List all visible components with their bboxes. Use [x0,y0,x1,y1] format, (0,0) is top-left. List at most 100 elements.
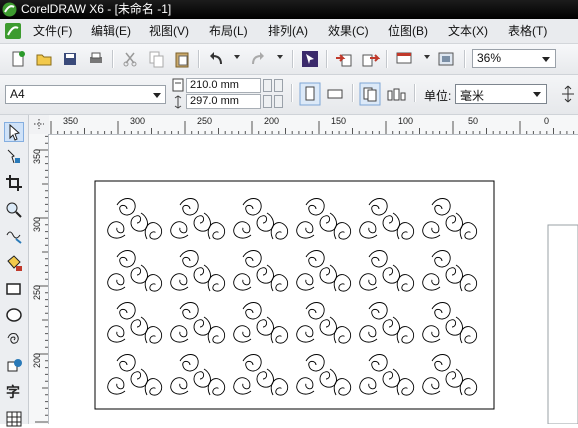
toolbar-separator [291,84,293,102]
zoom-level-dropdown[interactable]: 36% [472,49,556,68]
basic-shapes-tool-icon[interactable] [5,357,23,375]
cut-icon[interactable] [120,49,140,69]
chevron-down-icon [542,57,550,62]
menu-text[interactable]: 文本(X) [448,19,488,43]
unit-dropdown[interactable]: 毫米 [455,84,547,104]
horizontal-ruler[interactable]: 350 300 250 200 150 100 50 0 [49,115,578,135]
drawing-area [94,180,578,424]
pick-tool-icon[interactable] [4,122,24,142]
ruler-label: 100 [398,116,414,126]
redo-dropdown-icon[interactable] [277,55,283,59]
ruler-label: 350 [32,148,42,164]
welcome-screen-icon[interactable] [436,49,456,69]
current-page-icon[interactable] [386,86,408,102]
zoom-level-value: 36% [477,51,502,65]
toolbar-separator [112,50,114,68]
vertical-ruler[interactable]: 350 300 250 200 [29,134,49,424]
zoom-tool-icon[interactable] [5,201,23,219]
search-content-icon[interactable] [300,49,320,69]
smart-fill-tool-icon[interactable] [5,254,23,272]
unit-value: 毫米 [460,89,485,103]
page-size-dropdown[interactable]: A4 [5,85,166,104]
menu-effects[interactable]: 效果(C) [328,19,369,43]
toolbar-separator [198,50,200,68]
ruler-label: 250 [197,116,213,126]
new-icon[interactable] [8,49,28,69]
page-height-value: 297.0 mm [190,95,239,107]
page-width-value: 210.0 mm [190,79,239,91]
page-width-icon [172,78,184,92]
ruler-label: 250 [32,284,42,300]
undo-icon[interactable] [206,49,226,69]
horizontal-ruler-ticks [50,121,575,134]
app-menu-icon[interactable] [4,22,22,40]
drawing-canvas[interactable] [49,135,578,424]
ruler-label: 350 [63,116,79,126]
menu-table[interactable]: 表格(T) [508,19,547,43]
undo-dropdown-icon[interactable] [234,55,240,59]
ruler-origin-corner[interactable] [29,115,50,135]
toolbox: 字 [0,115,29,427]
ruler-label: 0 [544,116,550,126]
ruler-label: 300 [130,116,146,126]
redo-icon[interactable] [248,49,268,69]
page-size-value: A4 [10,87,25,101]
application-launcher-icon[interactable] [394,49,414,69]
table-tool-icon[interactable] [5,410,23,428]
all-pages-icon[interactable] [359,82,381,106]
landscape-orientation-icon[interactable] [325,86,345,102]
ruler-label: 50 [468,116,479,126]
ruler-label: 300 [32,216,42,232]
menu-file[interactable]: 文件(F) [33,19,72,43]
menu-bitmaps[interactable]: 位图(B) [388,19,428,43]
page-width-field[interactable]: 210.0 mm [186,78,261,93]
menu-layout[interactable]: 布局(L) [209,19,248,43]
portrait-orientation-icon[interactable] [299,82,321,106]
toolbar-separator [352,84,354,102]
title-bar: CorelDRAW X6 - [未命名 -1] [0,0,578,19]
vertical-ruler-ticks [35,135,48,423]
toolbar-separator [414,84,416,102]
page-height-icon [174,95,182,109]
height-lock-button[interactable] [274,95,283,108]
rectangle-tool-icon[interactable] [5,280,23,298]
toolbar-separator [292,50,294,68]
ruler-label: 150 [331,116,347,126]
shape-tool-icon[interactable] [5,148,23,166]
window-title: CorelDRAW X6 - [未命名 -1] [21,2,172,16]
menu-bar: 文件(F) 编辑(E) 视图(V) 布局(L) 排列(A) 效果(C) 位图(B… [0,19,578,44]
chevron-down-icon [153,93,161,98]
height-spin-button[interactable] [263,95,272,108]
crop-tool-icon[interactable] [5,174,23,192]
freehand-tool-icon[interactable] [5,227,23,245]
menu-view[interactable]: 视图(V) [149,19,189,43]
text-tool-icon[interactable]: 字 [6,382,20,402]
width-lock-button[interactable] [274,79,283,92]
page-height-field[interactable]: 297.0 mm [186,94,261,109]
import-icon[interactable] [334,49,354,69]
open-icon[interactable] [34,49,54,69]
chevron-down-icon [533,92,541,97]
nudge-distance-icon[interactable] [560,84,576,104]
ruler-label: 200 [32,352,42,368]
ellipse-tool-icon[interactable] [5,306,23,324]
copy-icon[interactable] [146,49,166,69]
page-shadow [547,224,578,424]
page-border [94,180,495,410]
toolbar-separator [464,50,466,68]
toolbar-separator [386,50,388,68]
save-icon[interactable] [60,49,80,69]
print-icon[interactable] [86,49,106,69]
spiral-tool-icon[interactable] [5,331,23,349]
export-icon[interactable] [360,49,380,69]
application-launcher-dropdown-icon[interactable] [424,55,430,59]
coreldraw-logo-icon [2,2,17,17]
width-spin-button[interactable] [263,79,272,92]
menu-arrange[interactable]: 排列(A) [268,19,308,43]
ruler-origin-icon [34,119,44,129]
toolbar-separator [326,50,328,68]
menu-edit[interactable]: 编辑(E) [91,19,131,43]
paste-icon[interactable] [172,49,192,69]
unit-label: 单位: [424,89,452,103]
ruler-label: 200 [264,116,280,126]
